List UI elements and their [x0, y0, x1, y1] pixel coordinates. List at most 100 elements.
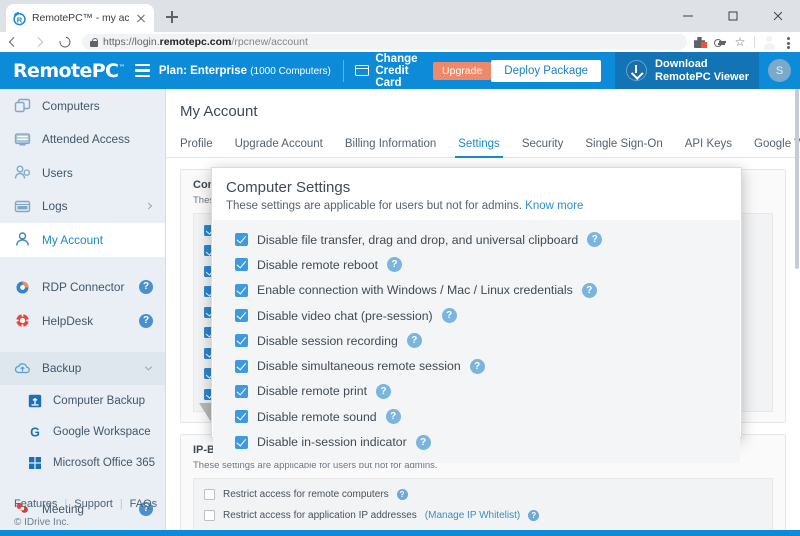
footer-link-features[interactable]: Features: [14, 498, 57, 510]
dialog-option-row[interactable]: Enable connection with Windows / Mac / L…: [235, 278, 718, 303]
dialog-option-row[interactable]: Disable remote print ?: [235, 379, 718, 404]
sidebar-item-computers[interactable]: Computers: [0, 89, 165, 123]
address-bar-url: https://login.remotepc.com/rpcnew/accoun…: [103, 36, 308, 48]
star-icon[interactable]: ☆: [731, 33, 749, 51]
sidebar-item-label: Backup: [42, 361, 81, 375]
checkbox[interactable]: [235, 334, 248, 347]
help-icon[interactable]: ?: [387, 257, 402, 272]
dialog-option-row[interactable]: Disable session recording ?: [235, 328, 718, 353]
remotepc-logo-icon: R: [12, 11, 27, 26]
profile-icon[interactable]: [760, 33, 778, 51]
help-icon[interactable]: ?: [139, 280, 153, 294]
option-row[interactable]: Restrict access for remote computers ?: [204, 485, 762, 506]
sidebar-item-logs[interactable]: Logs: [0, 190, 165, 224]
sidebar-item-backup[interactable]: Backup: [0, 352, 165, 386]
address-bar[interactable]: https://login.remotepc.com/rpcnew/accoun…: [82, 34, 687, 50]
checkbox[interactable]: [235, 284, 248, 297]
checkbox[interactable]: [235, 436, 248, 449]
sidebar-item-google-workspace[interactable]: G Google Workspace: [0, 416, 165, 447]
back-icon[interactable]: [0, 32, 26, 52]
tab-google-workspace[interactable]: Google Workspace: [743, 138, 800, 157]
sidebar-item-label: Google Workspace: [53, 426, 151, 438]
change-credit-card-label: Change Credit Card: [375, 53, 423, 89]
checkbox[interactable]: [235, 410, 248, 423]
deploy-package-button[interactable]: Deploy Package: [491, 60, 601, 82]
checkbox[interactable]: [235, 258, 248, 271]
manage-ip-whitelist-link[interactable]: (Manage IP Whitelist): [425, 510, 520, 521]
download-viewer-button[interactable]: DownloadRemotePC Viewer: [615, 52, 759, 89]
dialog-option-row[interactable]: Disable file transfer, drag and drop, an…: [235, 227, 718, 252]
option-label: Restrict access for application IP addre…: [223, 510, 417, 521]
sidebar-item-helpdesk[interactable]: HelpDesk ?: [0, 304, 165, 338]
dialog-option-row[interactable]: Disable video chat (pre-session) ?: [235, 303, 718, 328]
help-icon[interactable]: ?: [407, 333, 422, 348]
ip-based-options: Restrict access for remote computers ? R…: [193, 478, 773, 533]
footer-link-faqs[interactable]: FAQs: [130, 498, 158, 510]
extensions-icon[interactable]: [691, 33, 709, 51]
help-icon[interactable]: ?: [442, 308, 457, 323]
help-icon[interactable]: ?: [376, 384, 391, 399]
checkbox[interactable]: [235, 360, 248, 373]
upgrade-button[interactable]: Upgrade: [433, 62, 491, 80]
help-icon[interactable]: ?: [528, 510, 539, 521]
help-icon[interactable]: ?: [397, 489, 408, 500]
checkbox[interactable]: [204, 510, 215, 521]
help-icon[interactable]: ?: [139, 314, 153, 328]
checkbox[interactable]: [235, 233, 248, 246]
dialog-option-row[interactable]: Disable simultaneous remote session ?: [235, 353, 718, 378]
forward-icon[interactable]: [26, 32, 52, 52]
help-icon[interactable]: ?: [386, 409, 401, 424]
tab-settings[interactable]: Settings: [447, 138, 511, 157]
dialog-option-label: Enable connection with Windows / Mac / L…: [257, 283, 573, 297]
help-icon[interactable]: ?: [582, 283, 597, 298]
tab-upgrade-account[interactable]: Upgrade Account: [224, 138, 334, 157]
help-icon[interactable]: ?: [470, 359, 485, 374]
know-more-link[interactable]: Know more: [525, 200, 583, 212]
page-scrollbar[interactable]: [794, 89, 800, 536]
reload-icon[interactable]: [52, 32, 78, 52]
sidebar-item-rdp-connector[interactable]: RDP Connector ?: [0, 271, 165, 305]
tab-single-sign-on[interactable]: Single Sign-On: [574, 138, 673, 157]
checkbox[interactable]: [235, 309, 248, 322]
close-icon[interactable]: [134, 11, 148, 25]
kebab-menu-icon[interactable]: [780, 33, 796, 51]
dialog-option-row[interactable]: Disable remote sound ?: [235, 404, 718, 429]
help-icon[interactable]: ?: [587, 232, 602, 247]
window-close-icon[interactable]: [755, 0, 800, 32]
sidebar-item-users[interactable]: Users: [0, 156, 165, 190]
sidebar-item-my-account[interactable]: My Account: [0, 223, 165, 257]
change-credit-card-button[interactable]: Change Credit Card: [355, 53, 423, 89]
computer-backup-icon: [28, 394, 42, 408]
sidebar-item-microsoft-office-365[interactable]: Microsoft Office 365: [0, 447, 165, 478]
download-viewer-label: DownloadRemotePC Viewer: [655, 58, 749, 83]
hamburger-icon[interactable]: [125, 52, 159, 89]
dialog-option-row[interactable]: Disable remote reboot ?: [235, 252, 718, 277]
browser-tab[interactable]: R RemotePC™ - my account inform: [6, 4, 154, 32]
brand-logo[interactable]: RemotePC™: [0, 60, 125, 82]
user-gear-icon: [14, 164, 31, 181]
plan-label: Plan: Enterprise (1000 Computers): [159, 65, 331, 77]
display-icon: [14, 131, 31, 148]
minimize-icon[interactable]: [665, 0, 710, 32]
footer-link-support[interactable]: Support: [74, 498, 113, 510]
google-g-icon: G: [28, 425, 42, 439]
tab-security[interactable]: Security: [511, 138, 575, 157]
sidebar-item-attended-access[interactable]: Attended Access: [0, 123, 165, 157]
checkbox[interactable]: [235, 385, 248, 398]
monitor-icon: [14, 97, 31, 114]
scrollbar-thumb[interactable]: [795, 89, 799, 269]
new-tab-button[interactable]: [163, 8, 181, 26]
sidebar-item-label: Microsoft Office 365: [53, 457, 155, 469]
tab-api-keys[interactable]: API Keys: [674, 138, 743, 157]
dialog-option-row[interactable]: Disable in-session indicator ?: [235, 429, 718, 454]
tab-billing-information[interactable]: Billing Information: [334, 138, 447, 157]
checkbox[interactable]: [204, 489, 215, 500]
tab-profile[interactable]: Profile: [180, 138, 224, 157]
sidebar-item-computer-backup[interactable]: Computer Backup: [0, 385, 165, 416]
maximize-icon[interactable]: [710, 0, 755, 32]
help-icon[interactable]: ?: [416, 435, 431, 450]
option-row[interactable]: Restrict access for application IP addre…: [204, 505, 762, 526]
avatar[interactable]: S: [768, 59, 791, 82]
account-tabs: Profile Upgrade Account Billing Informat…: [166, 132, 800, 158]
key-icon[interactable]: [711, 33, 729, 51]
